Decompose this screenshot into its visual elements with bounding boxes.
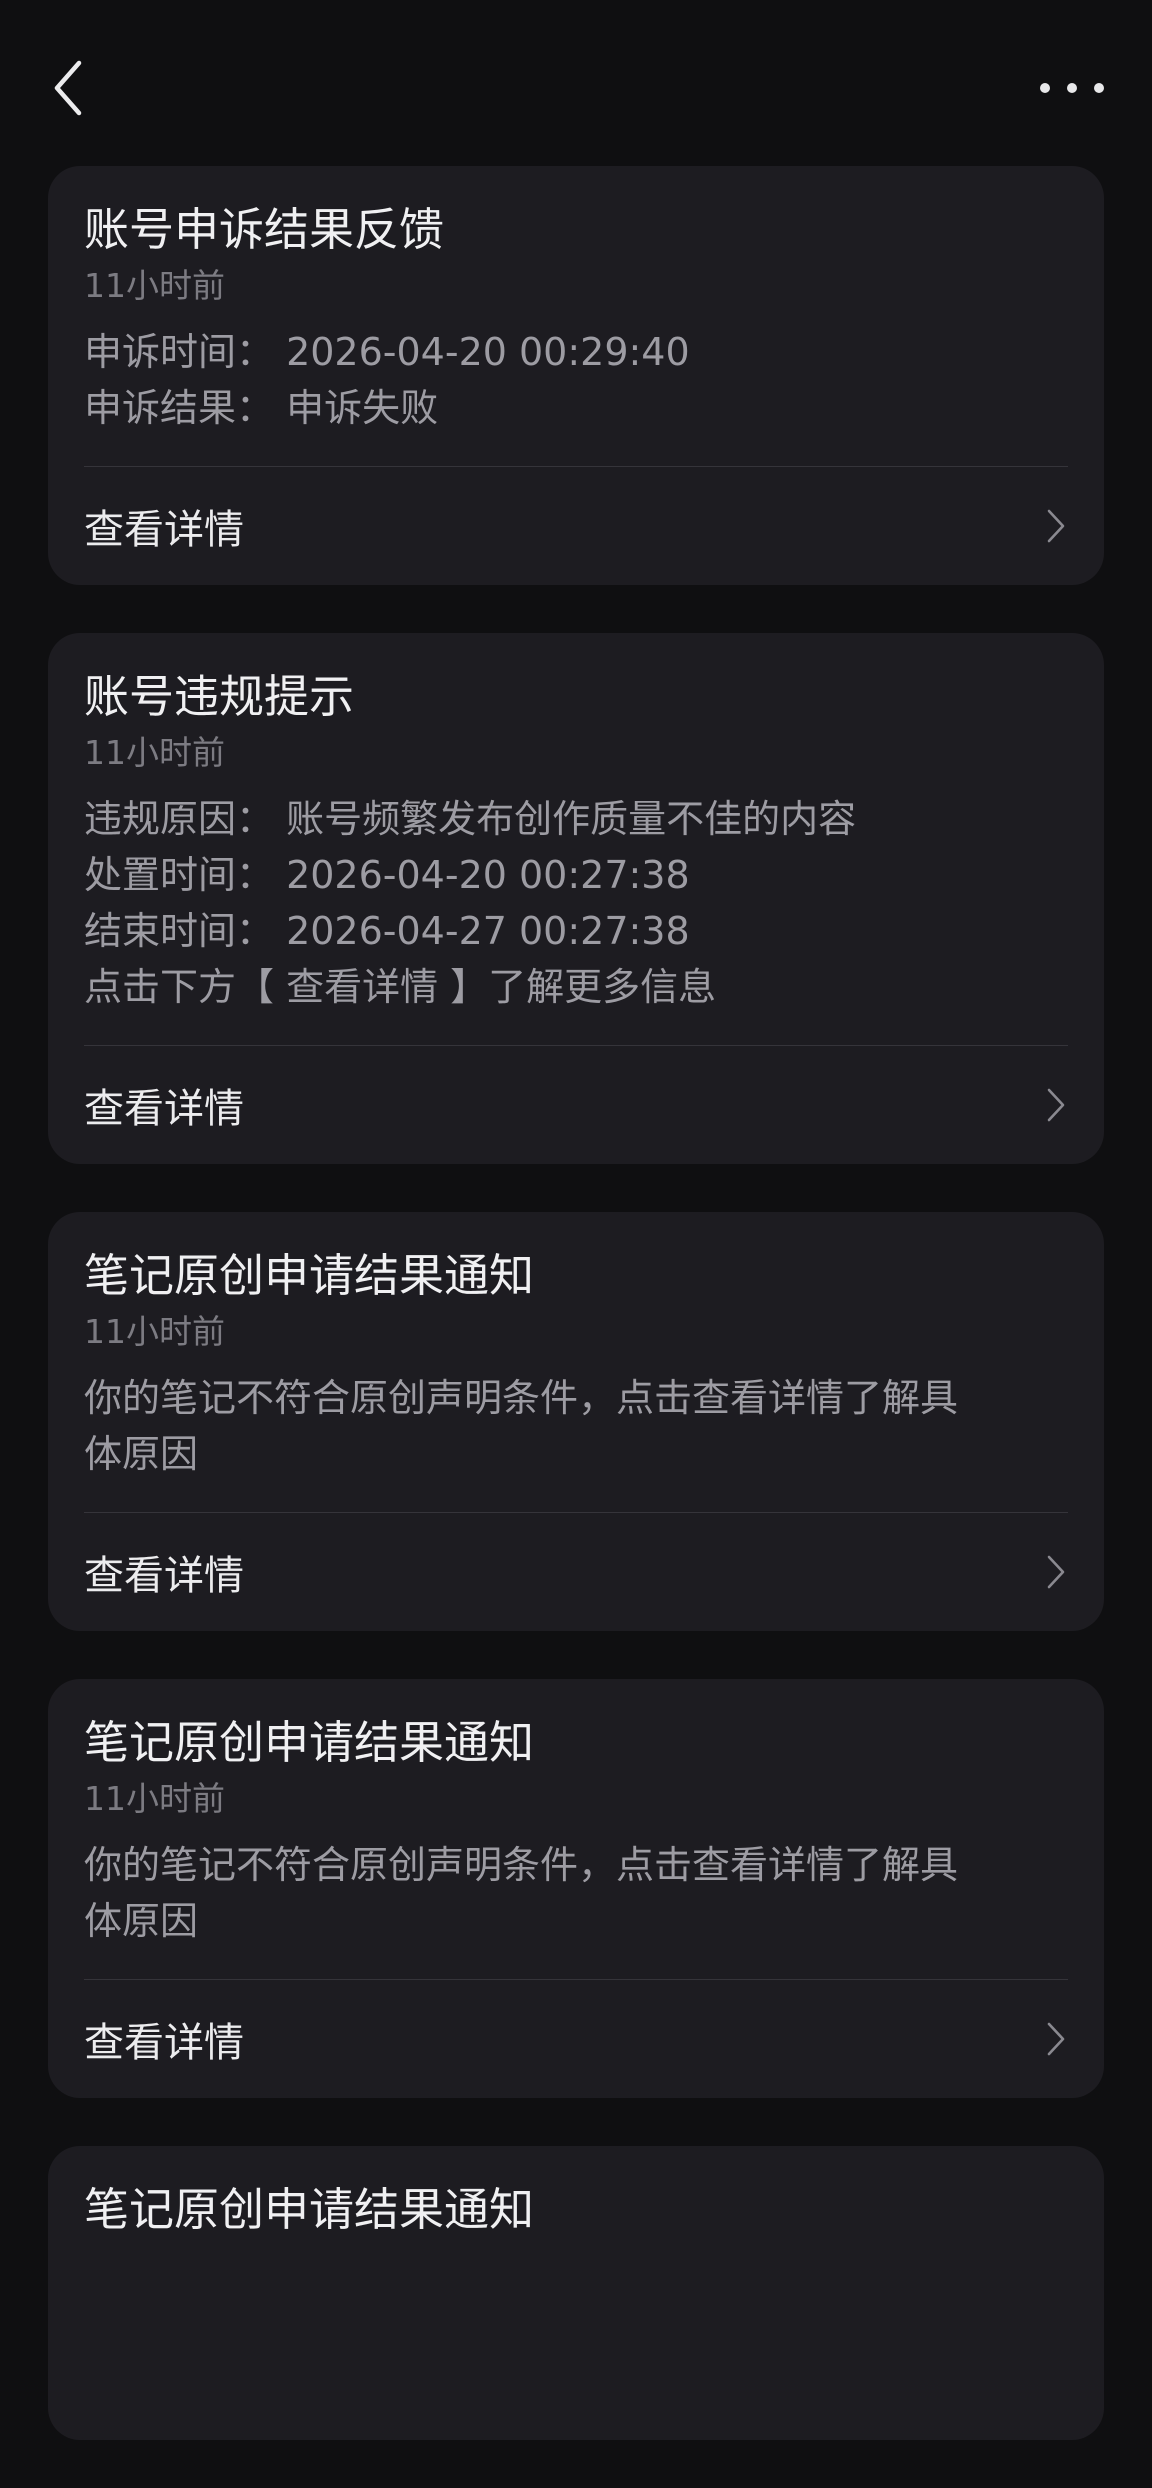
notification-card: 账号违规提示 11小时前 违规原因： 账号频繁发布创作质量不佳的内容 处置时间：…	[48, 633, 1104, 1164]
notification-card: 笔记原创申请结果通知 11小时前 你的笔记不符合原创声明条件，点击查看详情了解具…	[48, 1212, 1104, 1631]
card-title: 笔记原创申请结果通知	[84, 1716, 535, 1769]
chevron-right-icon	[1046, 508, 1066, 544]
view-details-row[interactable]: 查看详情	[84, 467, 1068, 585]
top-nav-bar	[0, 0, 1152, 170]
more-horizontal-icon	[1040, 83, 1050, 93]
card-detail-line: 体原因	[84, 1432, 199, 1476]
chevron-right-icon	[1046, 2021, 1066, 2057]
chevron-right-icon	[1046, 1087, 1066, 1123]
notification-card: 账号申诉结果反馈 11小时前 申诉时间： 2026-04-20 00:29:40…	[48, 166, 1104, 585]
view-details-label: 查看详情	[84, 2020, 244, 2066]
card-title: 账号申诉结果反馈	[84, 203, 445, 256]
card-timestamp: 11小时前	[84, 733, 225, 772]
more-horizontal-icon	[1067, 83, 1077, 93]
card-detail-line: 处置时间： 2026-04-20 00:27:38	[84, 853, 690, 897]
back-button[interactable]	[44, 56, 92, 120]
chevron-left-icon	[54, 60, 82, 116]
card-detail-line: 申诉结果： 申诉失败	[84, 386, 439, 430]
card-timestamp: 11小时前	[84, 1779, 225, 1818]
view-details-label: 查看详情	[84, 507, 244, 553]
card-title: 账号违规提示	[84, 670, 355, 723]
view-details-label: 查看详情	[84, 1553, 244, 1599]
card-detail-line: 你的笔记不符合原创声明条件，点击查看详情了解具	[84, 1376, 959, 1420]
more-horizontal-icon	[1094, 83, 1104, 93]
card-detail-line: 申诉时间： 2026-04-20 00:29:40	[84, 330, 690, 374]
card-detail-line: 结束时间： 2026-04-27 00:27:38	[84, 909, 690, 953]
notification-list: 账号申诉结果反馈 11小时前 申诉时间： 2026-04-20 00:29:40…	[48, 166, 1104, 2488]
card-title: 笔记原创申请结果通知	[84, 2183, 535, 2236]
card-timestamp: 11小时前	[84, 1312, 225, 1351]
view-details-row[interactable]: 查看详情	[84, 1513, 1068, 1631]
notification-card: 笔记原创申请结果通知	[48, 2146, 1104, 2440]
view-details-row[interactable]: 查看详情	[84, 1980, 1068, 2098]
card-detail-line: 体原因	[84, 1899, 199, 1943]
card-detail-line: 点击下方【 查看详情 】了解更多信息	[84, 965, 717, 1009]
card-title: 笔记原创申请结果通知	[84, 1249, 535, 1302]
view-details-label: 查看详情	[84, 1086, 244, 1132]
card-detail-line: 你的笔记不符合原创声明条件，点击查看详情了解具	[84, 1843, 959, 1887]
more-button[interactable]	[1040, 68, 1104, 108]
view-details-row[interactable]: 查看详情	[84, 1046, 1068, 1164]
chevron-right-icon	[1046, 1554, 1066, 1590]
notification-card: 笔记原创申请结果通知 11小时前 你的笔记不符合原创声明条件，点击查看详情了解具…	[48, 1679, 1104, 2098]
card-detail-line: 违规原因： 账号频繁发布创作质量不佳的内容	[84, 797, 857, 841]
card-timestamp: 11小时前	[84, 266, 225, 305]
